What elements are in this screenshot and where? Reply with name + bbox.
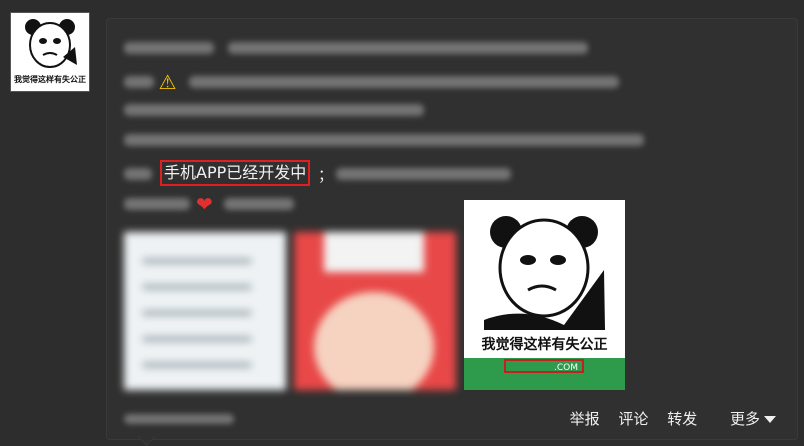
chevron-down-icon	[764, 416, 776, 423]
blurred-line-5-prefix	[124, 166, 152, 182]
panda-meme-icon	[25, 19, 77, 68]
report-button[interactable]: 举报	[570, 410, 600, 428]
post-image-meme[interactable]: 我觉得这样有失公正 .COM	[464, 200, 625, 390]
share-button[interactable]: 转发	[667, 410, 697, 428]
comment-button[interactable]: 评论	[618, 410, 648, 428]
more-label: 更多	[729, 410, 760, 428]
blurred-line-5-suffix	[336, 166, 511, 182]
post-date	[124, 408, 234, 424]
post-actions: 举报 评论 转发 更多	[556, 408, 776, 429]
heart-icon: ❤	[196, 192, 213, 216]
panda-meme-icon	[484, 216, 605, 330]
post-image-1[interactable]	[124, 232, 286, 390]
blurred-line-1	[124, 40, 589, 56]
blurred-line-4	[124, 132, 644, 148]
blurred-line-2: ⚠	[124, 70, 619, 94]
warning-icon: ⚠	[158, 70, 177, 94]
meme-footer: .COM	[464, 358, 625, 390]
highlighted-app-text: 手机APP已经开发中	[160, 160, 311, 186]
user-avatar[interactable]: 我觉得这样有失公正	[10, 12, 90, 92]
more-button[interactable]: 更多	[716, 410, 776, 428]
blurred-line-3	[124, 102, 424, 118]
meme-caption: 我觉得这样有失公正	[481, 337, 608, 353]
meme-url: .COM	[504, 359, 584, 373]
post-image-2[interactable]	[294, 232, 456, 390]
semicolon-text: ；	[318, 166, 334, 184]
blurred-line-6-suffix	[224, 196, 294, 212]
avatar-caption: 我觉得这样有失公正	[14, 75, 86, 84]
blurred-line-6	[124, 196, 190, 212]
